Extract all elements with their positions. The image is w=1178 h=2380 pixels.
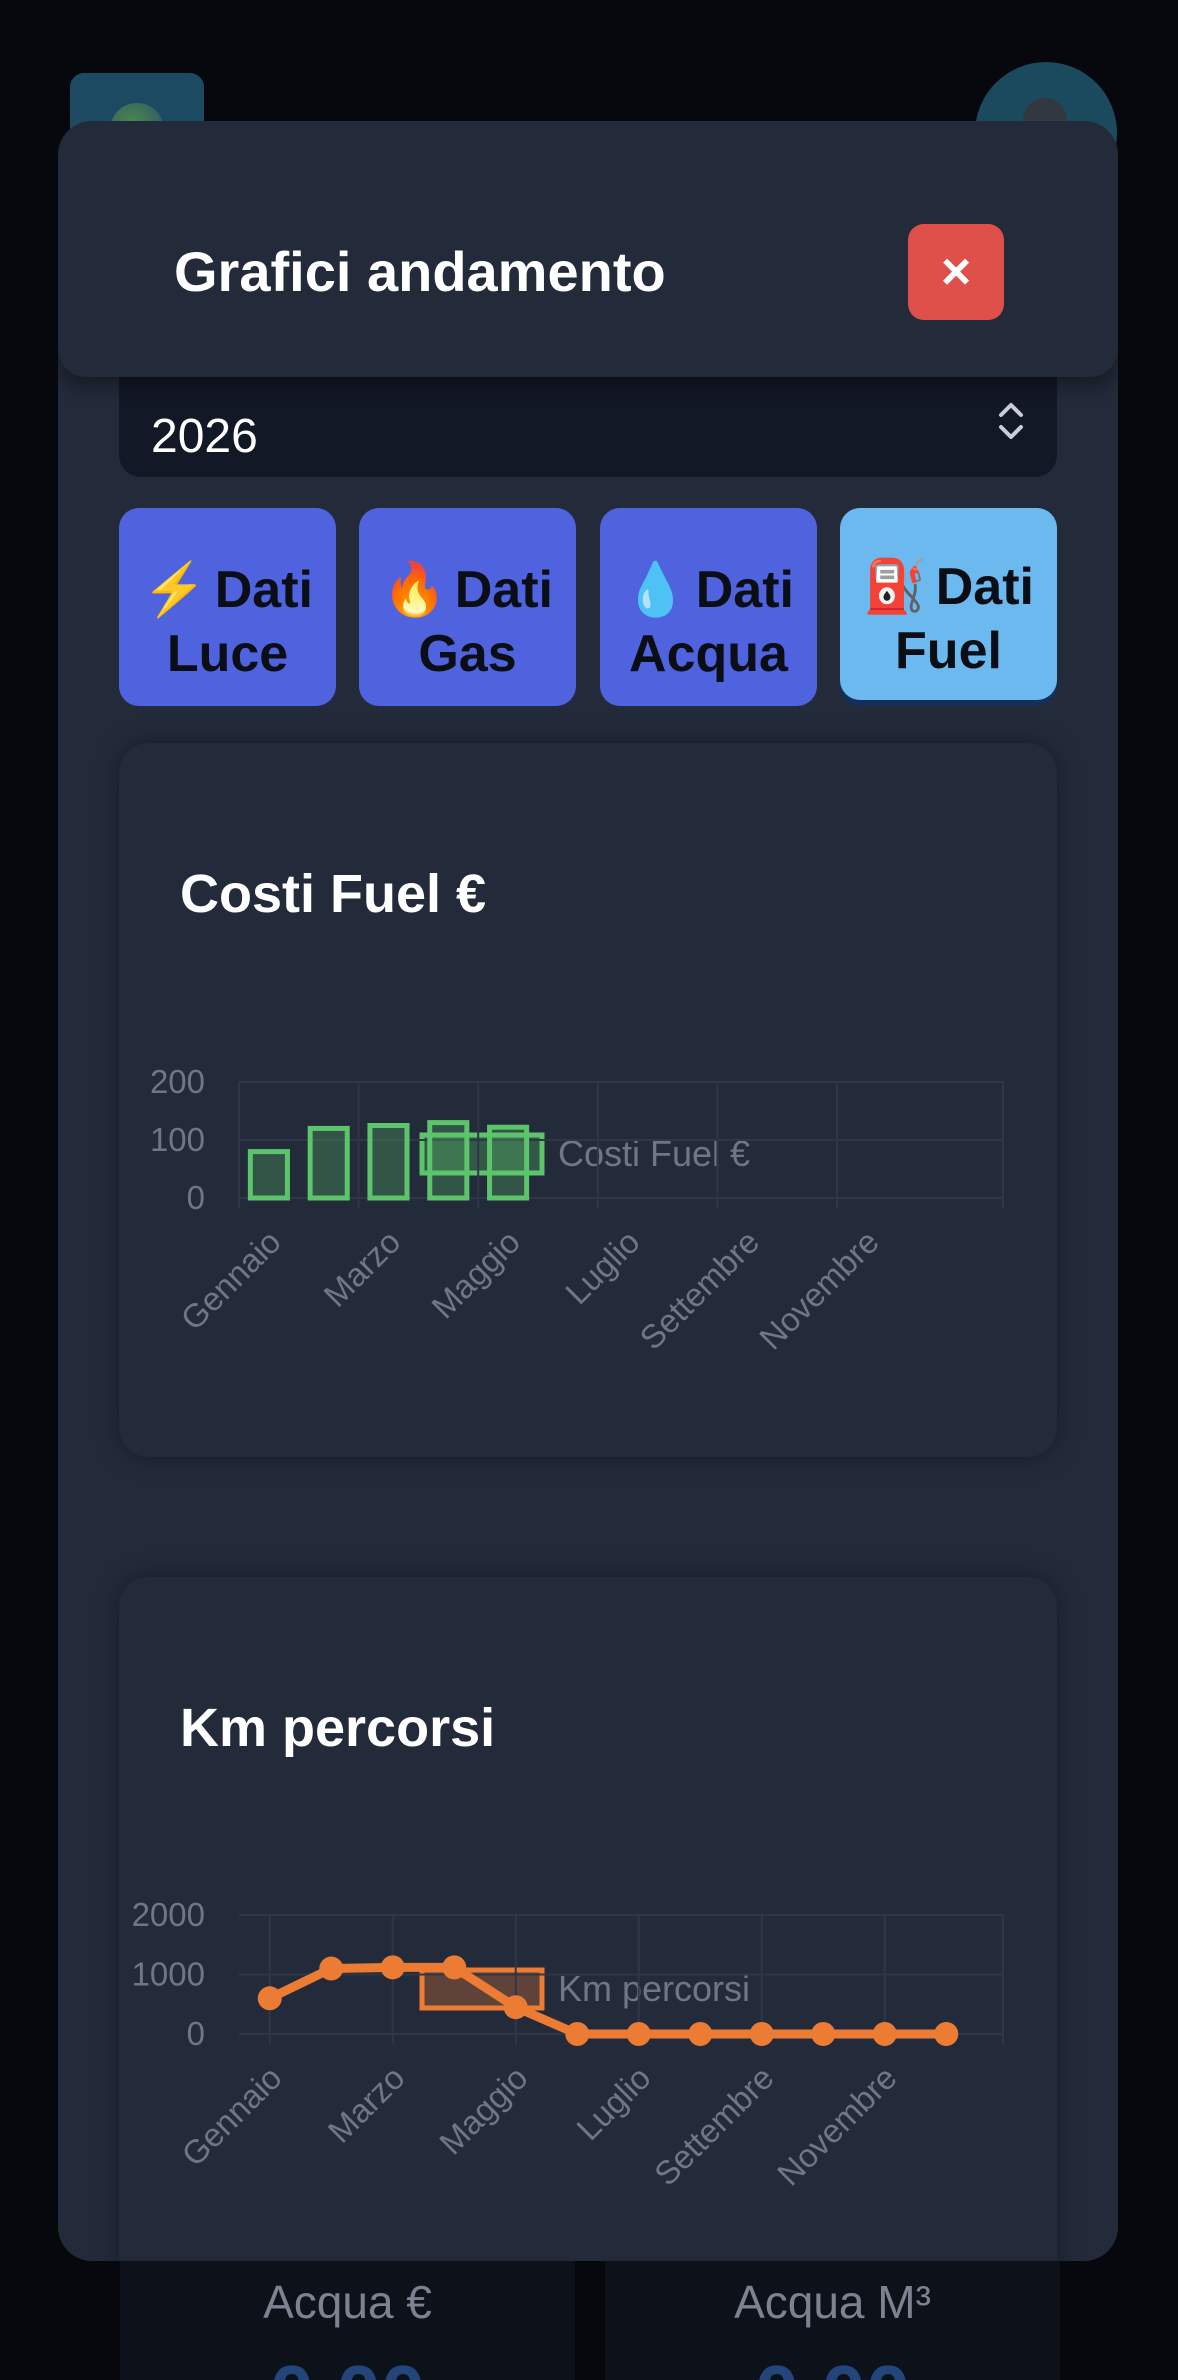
y-tick-label: 200	[150, 1063, 205, 1100]
x-tick-label: Marzo	[316, 1223, 407, 1314]
data-point	[934, 2022, 959, 2046]
chevron-up-down-icon	[999, 403, 1023, 439]
y-tick-label: 0	[187, 2015, 205, 2052]
x-tick-label: Novembre	[770, 2059, 904, 2193]
data-point	[749, 2022, 774, 2046]
bar	[367, 1123, 410, 1201]
data-point	[319, 1956, 344, 1981]
bar	[487, 1124, 530, 1201]
data-point	[872, 2022, 897, 2046]
data-point	[442, 1955, 467, 1980]
tab-gas[interactable]: 🔥 Dati Gas	[359, 508, 576, 706]
data-point	[380, 1955, 405, 1980]
y-tick-label: 0	[187, 1179, 205, 1216]
y-tick-label: 2000	[132, 1896, 205, 1933]
fuel-pump-icon: ⛽	[863, 558, 928, 616]
card-value: 0.00	[120, 2348, 575, 2380]
x-tick-label: Gennaio	[173, 1223, 287, 1337]
bar	[247, 1149, 290, 1201]
tab-label-line1: Dati	[695, 561, 794, 619]
tab-luce[interactable]: ⚡ Dati Luce	[119, 508, 336, 706]
chart-card-fuel-cost: Costi Fuel € Costi Fuel €0 100 200 Gennaio M…	[119, 743, 1057, 1457]
x-tick-label: Settembre	[647, 2059, 781, 2193]
data-point	[626, 2022, 651, 2046]
x-tick-label: Maggio	[432, 2059, 535, 2162]
x-tick-label: Maggio	[424, 1223, 527, 1326]
x-tick-label: Settembre	[632, 1223, 766, 1357]
data-point	[811, 2022, 836, 2046]
tab-label-line1: Dati	[935, 558, 1034, 616]
data-point	[688, 2022, 713, 2046]
year-select-value: 2026	[151, 410, 258, 463]
card-label: Acqua €	[263, 2276, 432, 2328]
droplet-icon: 💧	[623, 561, 688, 619]
tab-label-line2: Luce	[166, 625, 289, 683]
tab-label-line2: Gas	[418, 625, 517, 683]
x-tick-label: Marzo	[321, 2059, 412, 2150]
tab-label-line2: Fuel	[895, 622, 1002, 680]
fuel-cost-bar-chart: Costi Fuel €0100200Gennaio Marzo Maggio Lug…	[150, 1063, 1004, 1357]
lightning-icon: ⚡	[142, 561, 207, 619]
close-button[interactable]: ×	[908, 224, 1004, 320]
y-tick-label: 100	[150, 1121, 205, 1158]
data-point	[503, 1995, 528, 2020]
tab-acqua[interactable]: 💧 Dati Acqua	[600, 508, 817, 706]
data-point	[565, 2022, 590, 2046]
modal-title: Grafici andamento	[174, 240, 666, 303]
tab-label-line1: Dati	[214, 561, 313, 619]
chart-card-km: Km percorsi Km percorsi 0 1000 2000 Gennaio M…	[119, 1577, 1057, 2261]
y-tick-label: 1000	[132, 1956, 205, 1993]
x-tick-label: Luglio	[569, 2059, 657, 2147]
tab-label-line2: Acqua	[629, 625, 788, 683]
tab-label-line1: Dati	[454, 561, 553, 619]
card-label: Acqua M³	[734, 2276, 931, 2328]
data-point	[257, 1986, 282, 2011]
x-tick-label: Luglio	[558, 1223, 646, 1311]
bar	[307, 1125, 350, 1201]
bar	[427, 1120, 470, 1201]
x-tick-label: Gennaio	[174, 2059, 288, 2173]
modal-header: Grafici andamento ×	[58, 121, 1118, 377]
charts-modal: Grafici andamento × 2026 ⚡ Dati Luce 🔥 Dat…	[58, 121, 1118, 2261]
km-line-chart: Km percorsi010002000Gennaio Marzo Maggio Lu…	[132, 1896, 1004, 2193]
x-tick-label: Novembre	[752, 1223, 886, 1357]
card-value: 0.00	[605, 2348, 1060, 2380]
fire-icon: 🔥	[382, 561, 447, 619]
data-type-tabs: ⚡ Dati Luce 🔥 Dati Gas 💧 Dati Acqua ⛽ Dati F…	[119, 508, 1057, 708]
tab-fuel[interactable]: ⛽ Dati Fuel	[840, 508, 1057, 700]
